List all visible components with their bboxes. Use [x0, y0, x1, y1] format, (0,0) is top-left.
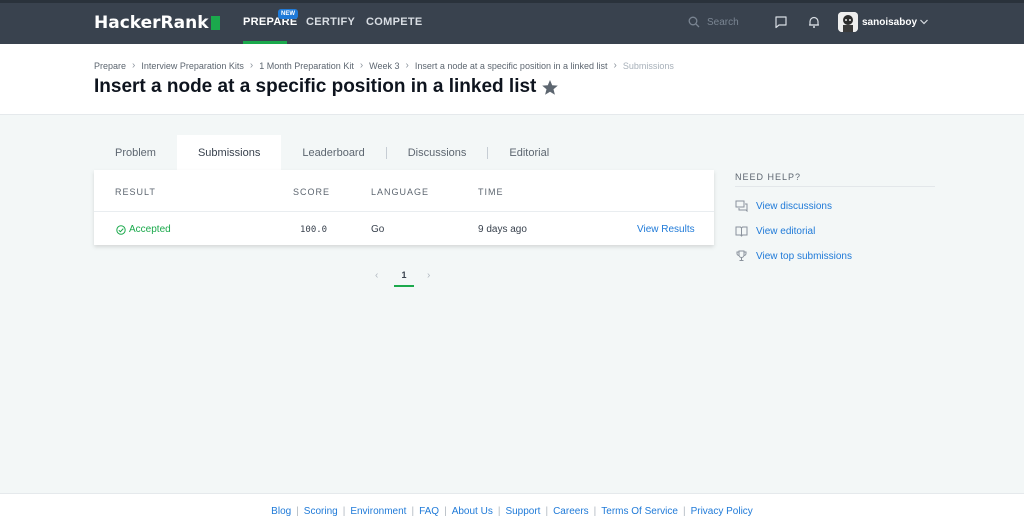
help-divider	[735, 186, 935, 187]
chevron-right-icon: ›	[249, 60, 254, 71]
breadcrumb-current: Submissions	[622, 60, 674, 71]
view-results-link[interactable]: View Results	[637, 224, 695, 235]
search-placeholder: Search	[707, 16, 739, 28]
footer-support[interactable]: Support	[505, 506, 540, 517]
prev-page-icon[interactable]: ‹	[375, 270, 378, 281]
footer-about-us[interactable]: About Us	[452, 506, 493, 517]
discussion-icon	[735, 200, 748, 212]
page-header: Prepare › Interview Preparation Kits › 1 M…	[0, 44, 1024, 115]
breadcrumb-month-kit[interactable]: 1 Month Preparation Kit	[259, 61, 354, 71]
tab-problem[interactable]: Problem	[94, 135, 177, 170]
star-icon[interactable]	[541, 79, 559, 96]
footer-links: Blog | Scoring | Environment | FAQ | About U…	[271, 506, 753, 517]
breadcrumb-week[interactable]: Week 3	[369, 61, 399, 71]
chat-icon[interactable]	[774, 15, 788, 29]
avatar[interactable]	[838, 12, 858, 32]
logo-mark-icon	[210, 16, 220, 30]
header-score: SCORE	[293, 187, 331, 197]
search-box[interactable]: Search	[688, 14, 739, 30]
breadcrumb-interview-kits[interactable]: Interview Preparation Kits	[141, 61, 244, 71]
time-value: 9 days ago	[478, 224, 527, 235]
footer-terms[interactable]: Terms Of Service	[601, 506, 678, 517]
header-language: LANGUAGE	[371, 187, 430, 197]
header-time: TIME	[478, 187, 504, 197]
breadcrumb: Prepare › Interview Preparation Kits › 1 M…	[94, 60, 674, 71]
page-title: Insert a node at a specific position in …	[94, 76, 537, 97]
nav-compete[interactable]: COMPETE	[366, 16, 423, 28]
view-editorial-link[interactable]: View editorial	[735, 225, 815, 237]
breadcrumb-challenge[interactable]: Insert a node at a specific position in …	[415, 61, 608, 71]
help-title: NEED HELP?	[735, 172, 802, 182]
submissions-table: RESULT SCORE LANGUAGE TIME Accepted 100.…	[94, 170, 714, 245]
search-icon	[688, 16, 700, 28]
chevron-right-icon: ›	[405, 60, 409, 71]
nav-certify[interactable]: CERTIFY	[306, 16, 355, 28]
chevron-right-icon: ›	[613, 60, 617, 71]
book-icon	[735, 226, 748, 237]
page-active-indicator	[394, 285, 414, 287]
view-discussions-link[interactable]: View discussions	[735, 200, 832, 212]
breadcrumb-prepare[interactable]: Prepare	[94, 61, 126, 71]
username[interactable]: sanoisaboy	[862, 17, 917, 28]
next-page-icon[interactable]: ›	[427, 270, 430, 281]
footer-privacy[interactable]: Privacy Policy	[691, 506, 753, 517]
tab-submissions[interactable]: Submissions	[176, 135, 282, 170]
top-navbar: HackerRank PREPARE NEW CERTIFY COMPETE S…	[0, 0, 1024, 44]
footer: Blog | Scoring | Environment | FAQ | About U…	[0, 493, 1024, 527]
footer-careers[interactable]: Careers	[553, 506, 589, 517]
language-value: Go	[371, 224, 385, 235]
tab-leaderboard[interactable]: Leaderboard	[281, 135, 385, 170]
chevron-right-icon: ›	[132, 60, 136, 71]
score-value: 100.0	[300, 225, 328, 235]
page-number[interactable]: 1	[394, 270, 414, 280]
new-badge: NEW	[278, 9, 298, 19]
footer-environment[interactable]: Environment	[350, 506, 406, 517]
trophy-icon	[736, 250, 747, 261]
footer-blog[interactable]: Blog	[271, 506, 291, 517]
top-rule	[0, 0, 1024, 3]
chevron-right-icon: ›	[359, 60, 364, 71]
table-divider	[94, 211, 714, 212]
result-status: Accepted	[116, 224, 171, 235]
tab-bar: Problem Submissions Leaderboard Discussi…	[94, 135, 570, 170]
footer-scoring[interactable]: Scoring	[304, 506, 338, 517]
bell-icon[interactable]	[807, 15, 821, 29]
check-circle-icon	[116, 224, 126, 235]
view-top-submissions-link[interactable]: View top submissions	[735, 250, 852, 262]
tab-editorial[interactable]: Editorial	[488, 135, 570, 170]
hackerrank-logo[interactable]: HackerRank	[94, 12, 220, 34]
tab-discussions[interactable]: Discussions	[387, 135, 488, 170]
chevron-down-icon[interactable]	[919, 17, 929, 27]
header-result: RESULT	[115, 187, 156, 197]
footer-faq[interactable]: FAQ	[419, 506, 439, 517]
